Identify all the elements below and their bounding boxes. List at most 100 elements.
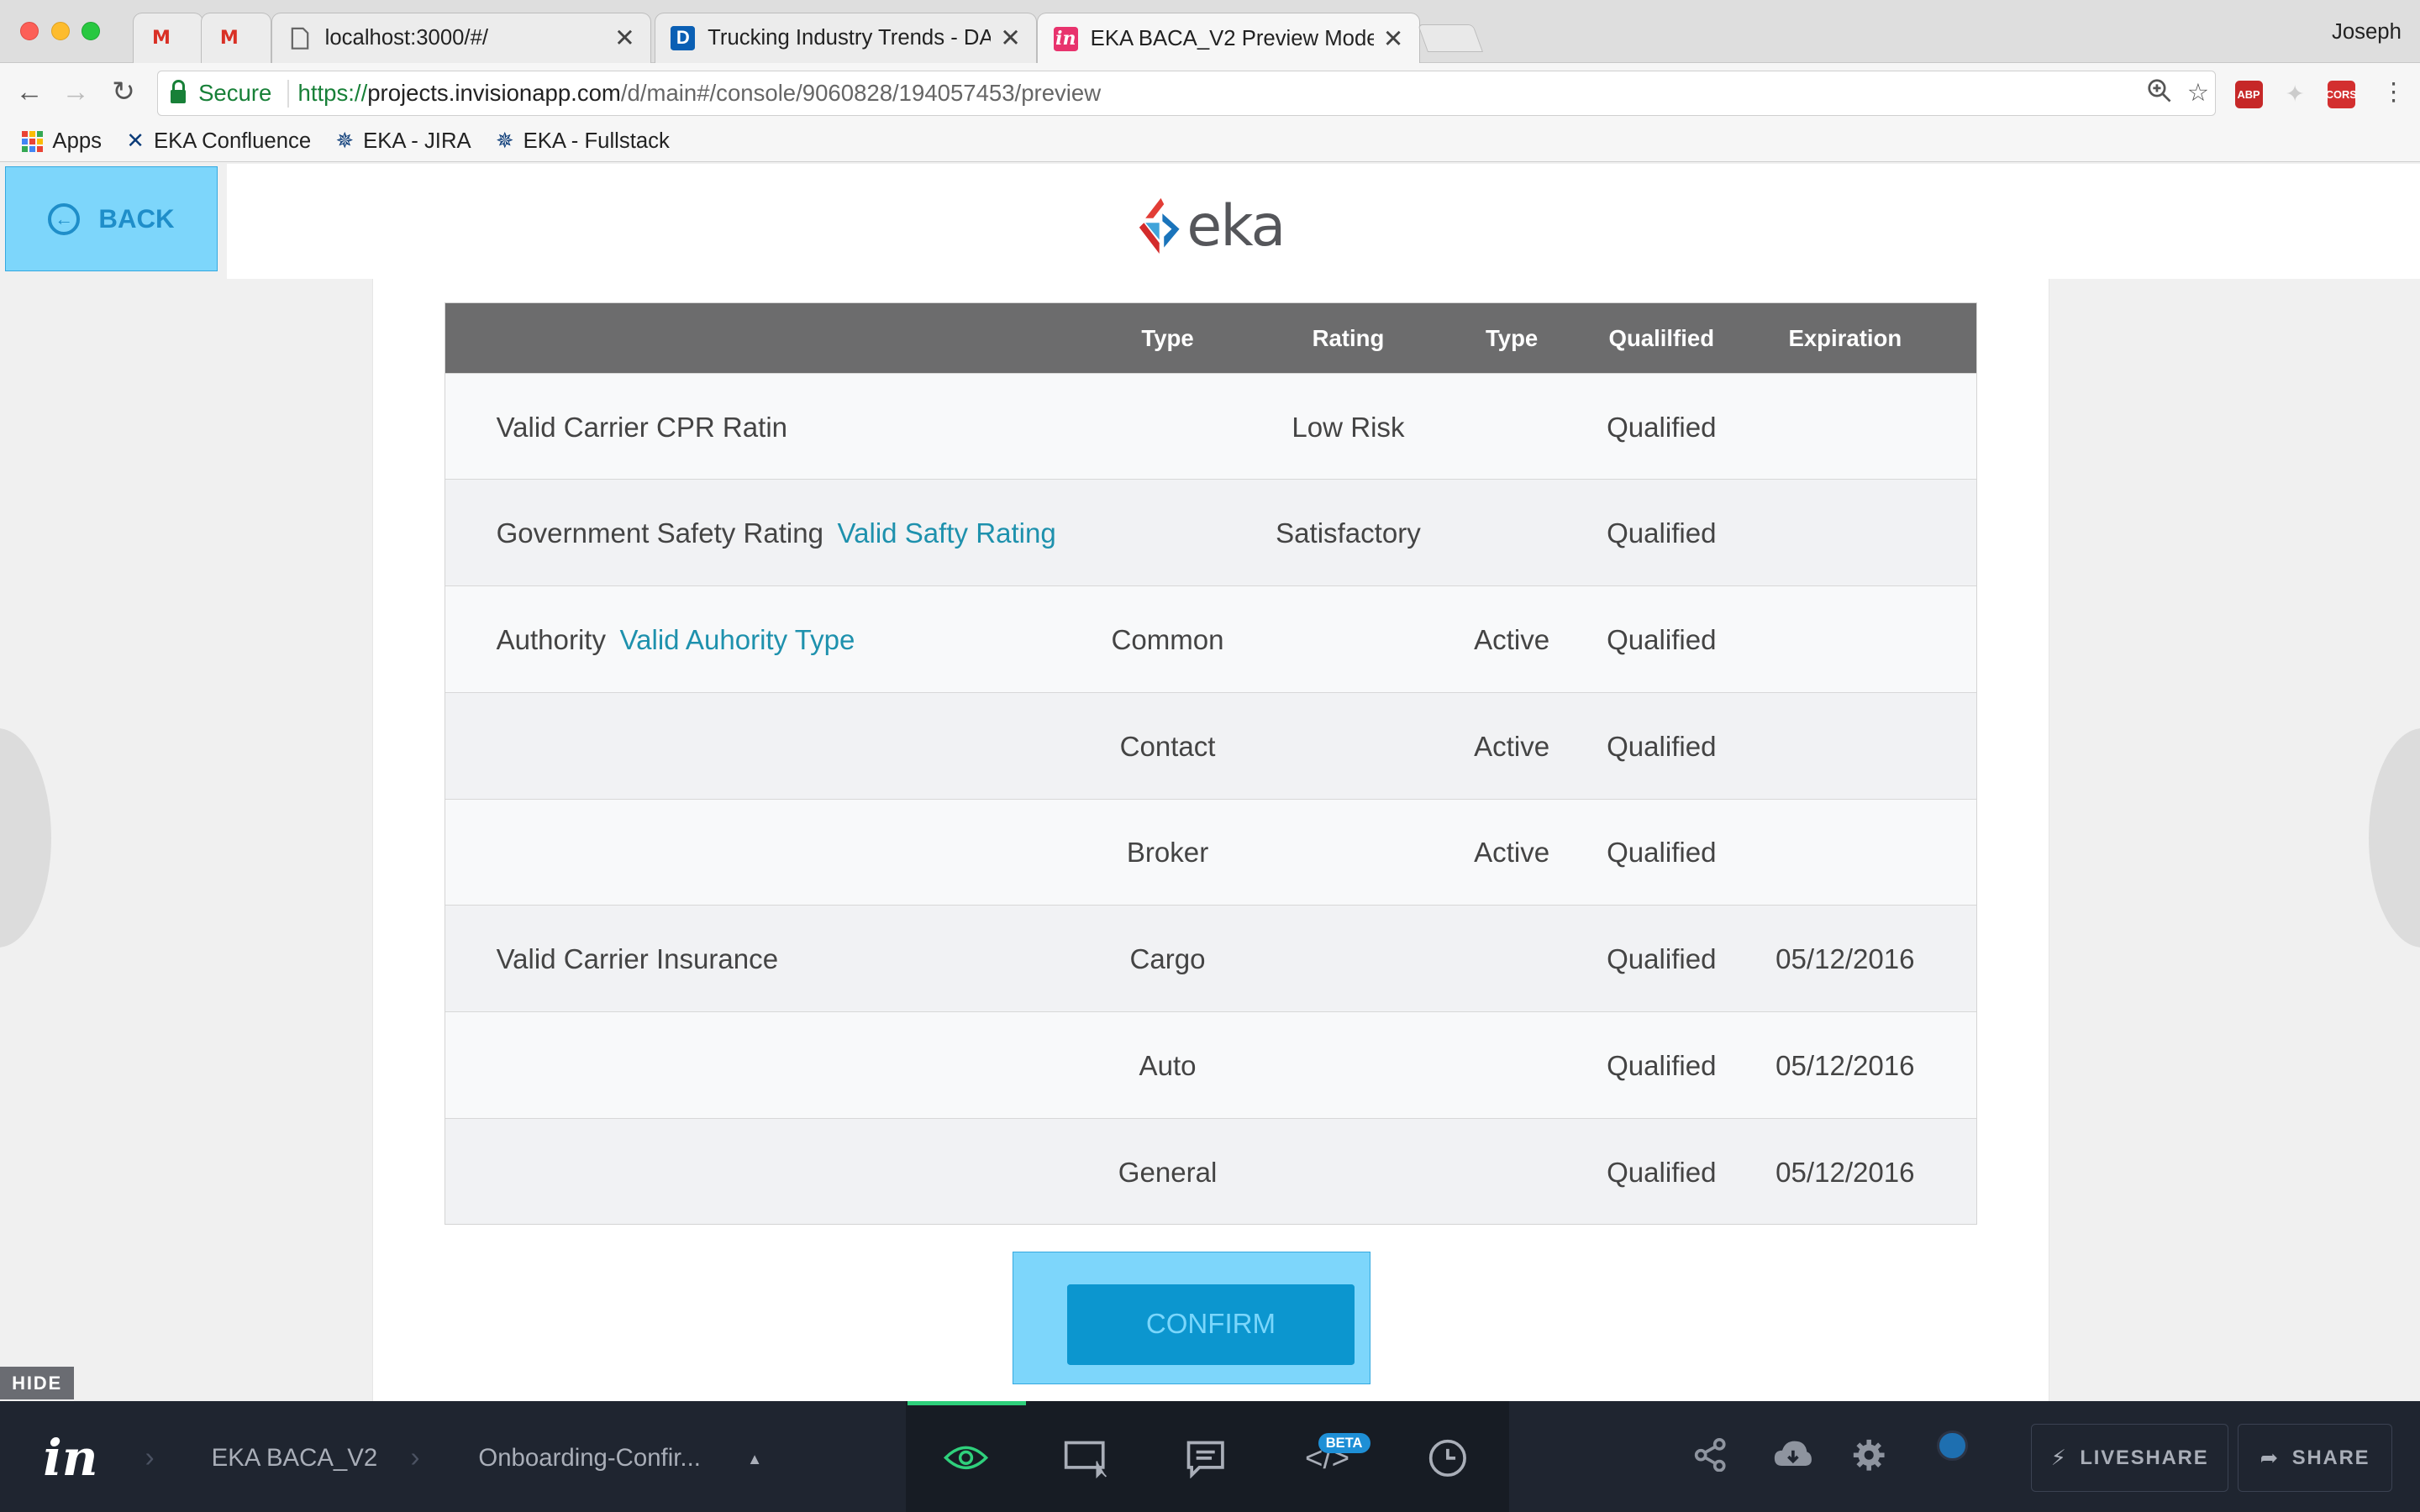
hide-toolbar-button[interactable]: HIDE (0, 1367, 75, 1399)
liveshare-label: LIVESHARE (2080, 1446, 2209, 1469)
table-header: Type Rating Type Qualilfied Expiration (445, 302, 1976, 373)
bookmarks-bar: Apps ✕ EKA Confluence ✵ EKA - JIRA ✵ EKA… (0, 122, 2420, 162)
close-window-button[interactable] (19, 21, 39, 40)
cell-label: Valid Carrier Insurance (496, 944, 779, 976)
bookmark-eka-confluence[interactable]: ✕ EKA Confluence (126, 129, 311, 154)
back-label: BACK (98, 203, 175, 234)
header-qualified: Qualilfied (1608, 324, 1715, 351)
zoom-icon[interactable] (2147, 78, 2171, 109)
cell-qualified: Qualified (1607, 518, 1717, 550)
close-tab-icon[interactable]: ✕ (1383, 24, 1404, 54)
jira-icon: ✵ (335, 129, 355, 154)
eka-logo: eka (1138, 192, 1286, 260)
header-expiration: Expiration (1788, 324, 1902, 351)
cell-qualified: Qualified (1607, 944, 1717, 976)
secure-label: Secure (198, 80, 272, 107)
tab-title: EKA BACA_V2 Preview Mode - (1090, 26, 1374, 50)
share-label: SHARE (2291, 1446, 2370, 1469)
new-tab-button[interactable] (1418, 24, 1484, 53)
cors-extension-icon[interactable]: CORS (2326, 80, 2357, 108)
share-button[interactable]: ➦ SHARE (2238, 1424, 2392, 1493)
screen-header (226, 163, 2420, 280)
lock-icon (171, 80, 187, 104)
back-circle-arrow-icon: ← (47, 202, 81, 236)
back-button[interactable]: ← BACK (4, 166, 218, 272)
caret-up-icon[interactable]: ▲ (747, 1450, 762, 1468)
close-tab-icon[interactable]: ✕ (1000, 24, 1021, 53)
star-icon[interactable]: ☆ (2187, 78, 2209, 109)
gmail-icon: M (152, 27, 171, 49)
liveshare-button[interactable]: ⚡ LIVESHARE (2031, 1424, 2229, 1493)
cell-type: Auto (1139, 1050, 1197, 1082)
previous-screen-button[interactable] (0, 727, 51, 948)
table-row: Contact Active Qualified (445, 691, 1976, 799)
browser-tab-localhost[interactable]: localhost:3000/#/ ✕ (271, 12, 652, 64)
forward-arrow-icon[interactable]: → (59, 76, 92, 109)
profile-name[interactable]: Joseph (2332, 20, 2402, 45)
browser-tab-invision[interactable]: in EKA BACA_V2 Preview Mode - ✕ (1037, 12, 1420, 66)
cell-link[interactable]: Valid Auhority Type (620, 625, 855, 656)
cell-status: Active (1474, 624, 1550, 656)
browser-tab-dat[interactable]: D Trucking Industry Trends - DAT ✕ (654, 12, 1038, 64)
bookmark-apps[interactable]: Apps (21, 129, 102, 154)
bookmark-eka-fullstack[interactable]: ✵ EKA - Fullstack (496, 129, 670, 154)
jira-icon: ✵ (496, 129, 514, 154)
cell-label-group: Authority Valid Auhority Type (497, 625, 855, 657)
tab-title: Trucking Industry Trends - DAT (708, 25, 992, 50)
history-clock-icon[interactable] (1424, 1435, 1470, 1481)
cell-type: Cargo (1129, 944, 1206, 976)
cell-label-group: Valid Carrier Insurance (497, 944, 779, 976)
table-row: Valid Carrier CPR Ratin Low Risk Qualified (445, 372, 1976, 480)
menu-dots-icon[interactable]: ⋮ (2377, 76, 2411, 109)
screen-name[interactable]: Onboarding-Confir... (478, 1444, 701, 1473)
preview-mode-eye-icon[interactable] (943, 1435, 989, 1481)
logo-text: eka (1186, 192, 1286, 260)
page-icon (288, 26, 313, 50)
address-bar[interactable]: Secure https://projects.invisionapp.com /… (157, 71, 2217, 116)
back-arrow-icon[interactable]: ← (13, 76, 46, 109)
gear-icon[interactable] (1852, 1438, 1886, 1479)
comment-mode-icon[interactable] (1182, 1435, 1228, 1481)
cell-link[interactable]: Valid Safty Rating (838, 518, 1056, 549)
beta-badge: BETA (1318, 1433, 1370, 1453)
minimize-window-button[interactable] (50, 21, 70, 40)
invision-icon: in (1053, 26, 1078, 52)
cell-type: General (1118, 1157, 1218, 1189)
cell-qualified: Qualified (1607, 1157, 1717, 1189)
browser-tab-gmail-1[interactable]: M (132, 12, 204, 64)
cell-status: Active (1474, 837, 1550, 869)
adblock-extension-icon[interactable]: ABP (2234, 80, 2263, 108)
avatar[interactable] (1937, 1430, 1968, 1462)
invision-logo-icon[interactable]: in (43, 1429, 97, 1487)
next-screen-button[interactable] (2369, 727, 2420, 948)
bookmark-label: EKA Confluence (153, 129, 312, 153)
maximize-window-button[interactable] (82, 21, 101, 40)
cell-type: Common (1111, 624, 1224, 656)
bookmark-eka-jira[interactable]: ✵ EKA - JIRA (336, 129, 471, 154)
table-body: Valid Carrier CPR Ratin Low Risk Qualified… (445, 372, 1976, 1225)
cell-qualified: Qualified (1607, 412, 1717, 444)
table-row: Government Safety Rating Valid Safty Rati… (445, 479, 1976, 586)
d-icon: D (671, 25, 696, 51)
active-mode-indicator (907, 1400, 1027, 1406)
prototype-viewport: eka ← BACK Type Rating Type Qualilfied E… (0, 163, 2420, 1401)
project-name[interactable]: EKA BACA_V2 (212, 1444, 378, 1473)
close-tab-icon[interactable]: ✕ (614, 24, 635, 53)
tab-title: localhost:3000/#/ (324, 25, 489, 50)
browser-tab-gmail-2[interactable]: M (200, 12, 272, 64)
cell-expiration: 05/12/2016 (1776, 1157, 1915, 1189)
carrier-qualification-table: Type Rating Type Qualilfied Expiration V… (444, 302, 1977, 1226)
cell-rating: Satisfactory (1276, 518, 1421, 550)
confirm-button[interactable]: CONFIRM (1067, 1284, 1355, 1365)
confirm-hotspot[interactable]: CONFIRM (1012, 1251, 1370, 1384)
cell-type: Contact (1119, 731, 1216, 763)
pin-extension-icon[interactable]: ✦ (2281, 81, 2309, 108)
bookmark-label: EKA - Fullstack (523, 129, 670, 153)
share-nodes-icon[interactable] (1693, 1437, 1727, 1479)
url-path: /d/main#/console/9060828/194057453/previ… (620, 80, 1102, 107)
cloud-download-icon[interactable] (1773, 1438, 1813, 1479)
build-mode-icon[interactable] (1063, 1435, 1109, 1481)
reload-icon[interactable]: ↻ (107, 76, 140, 109)
bookmark-label: EKA - JIRA (363, 129, 471, 153)
url-host: projects.invisionapp.com (367, 80, 621, 107)
